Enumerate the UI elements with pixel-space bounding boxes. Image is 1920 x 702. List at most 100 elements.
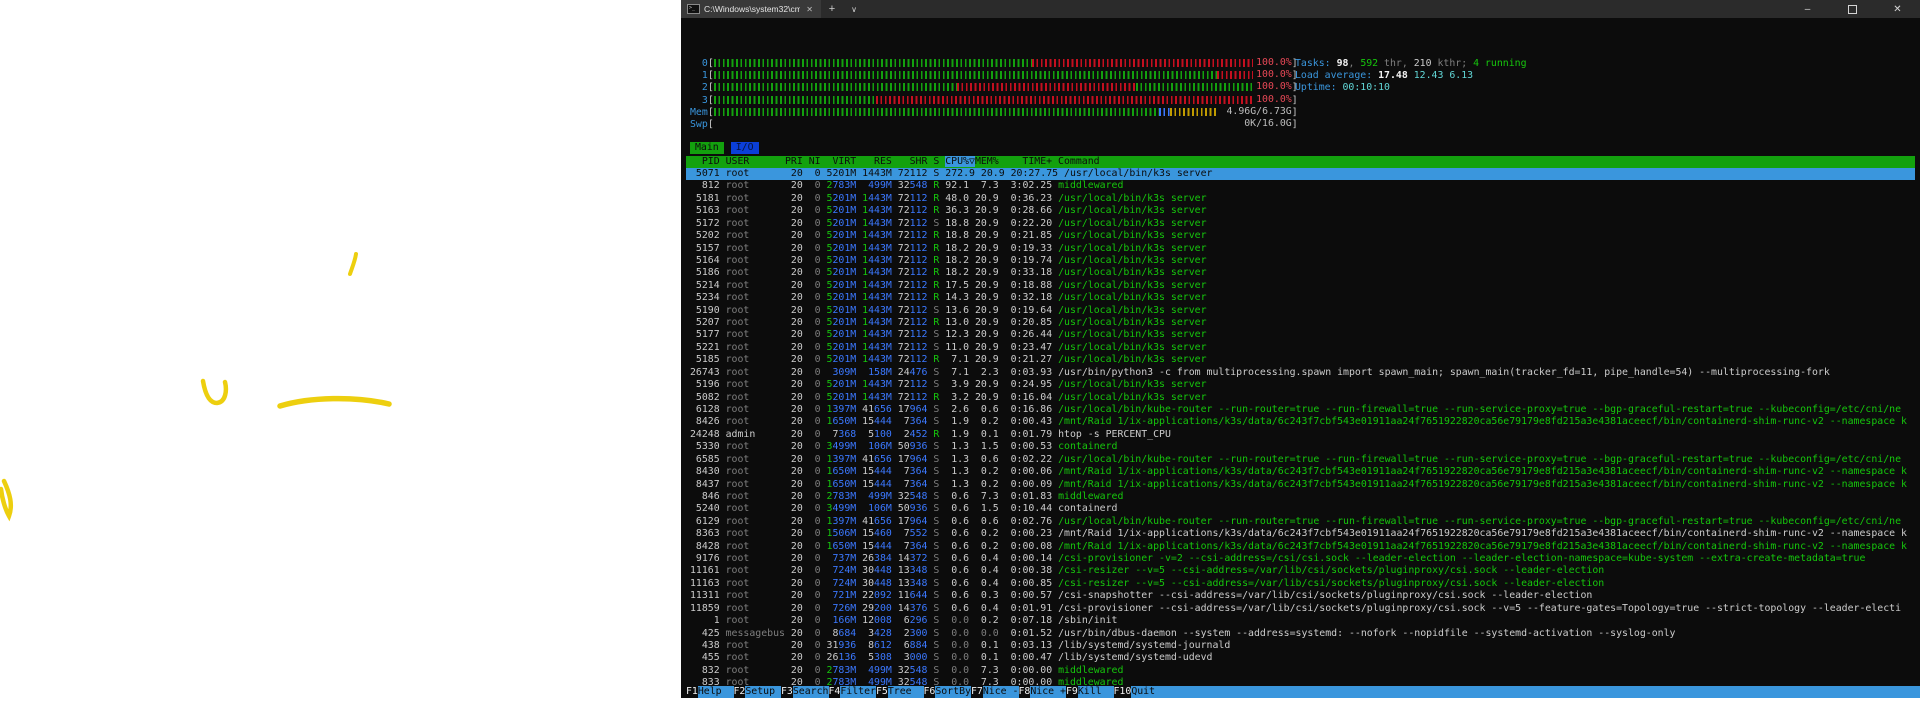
fkey-f10[interactable]: F10: [1114, 686, 1132, 699]
process-row[interactable]: 9176 root 20 0 737M 26384 14372 S 0.6 0.…: [686, 553, 1915, 565]
process-row[interactable]: 11311 root 20 0 721M 22092 11644 S 0.6 0…: [686, 590, 1915, 602]
process-row[interactable]: 11161 root 20 0 724M 30448 13348 S 0.6 0…: [686, 565, 1915, 577]
screen-tab-io[interactable]: I/O: [731, 142, 759, 154]
htop-screen: 0[100.0%] 1[100.0%] 2[100.0%] 3[100.0%]M…: [681, 18, 1920, 698]
process-row[interactable]: 5240 root 20 0 3499M 106M 50936 S 0.6 1.…: [686, 503, 1915, 515]
fkey-label-tree[interactable]: Tree: [888, 686, 924, 699]
process-row[interactable]: 5221 root 20 0 5201M 1443M 72112 S 11.0 …: [686, 342, 1915, 354]
fkey-f8[interactable]: F8: [1019, 686, 1031, 699]
process-row[interactable]: 5196 root 20 0 5201M 1443M 72112 S 3.9 2…: [686, 379, 1915, 391]
process-row[interactable]: 5172 root 20 0 5201M 1443M 72112 S 18.8 …: [686, 218, 1915, 230]
process-row[interactable]: 832 root 20 0 2783M 499M 32548 S 0.0 7.3…: [686, 665, 1915, 677]
column-header-cpu-sorted[interactable]: CPU%▽: [945, 156, 975, 167]
meter-bar: 4.96G/6.73G: [714, 108, 1292, 116]
process-row[interactable]: 5186 root 20 0 5201M 1443M 72112 R 18.2 …: [686, 267, 1915, 279]
fkey-f7[interactable]: F7: [971, 686, 983, 699]
process-row[interactable]: 8428 root 20 0 1650M 15444 7364 S 0.6 0.…: [686, 541, 1915, 553]
whiteboard-area: [0, 0, 681, 698]
terminal-tab[interactable]: >_ C:\Windows\system32\cmd.e… ✕: [681, 0, 821, 18]
annotation-stroke: [350, 254, 356, 274]
fkey-label-nice-[interactable]: Nice +: [1030, 686, 1066, 699]
process-row[interactable]: 6128 root 20 0 1397M 41656 17964 S 2.6 0…: [686, 404, 1915, 416]
screen-tab-main[interactable]: Main: [690, 142, 724, 154]
process-row[interactable]: 812 root 20 0 2783M 499M 32548 R 92.1 7.…: [686, 180, 1915, 192]
fkey-label-quit[interactable]: Quit: [1131, 686, 1167, 699]
tab-title: C:\Windows\system32\cmd.e…: [704, 4, 800, 14]
fkey-f5[interactable]: F5: [876, 686, 888, 699]
process-row[interactable]: 5181 root 20 0 5201M 1443M 72112 R 48.0 …: [686, 193, 1915, 205]
fkey-label-kill[interactable]: Kill: [1078, 686, 1114, 699]
process-row[interactable]: 438 root 20 0 31936 8612 6884 S 0.0 0.1 …: [686, 640, 1915, 652]
fkey-f3[interactable]: F3: [781, 686, 793, 699]
process-command: /usr/local/bin/k3s server: [1064, 168, 1212, 179]
fkey-f4[interactable]: F4: [829, 686, 841, 699]
process-command: /lib/systemd/systemd-udevd: [1058, 652, 1212, 663]
process-row[interactable]: 8363 root 20 0 1506M 15460 7552 S 0.6 0.…: [686, 528, 1915, 540]
process-row-selected[interactable]: 5071 root 20 0 5201M 1443M 72112 S 272.9…: [686, 168, 1915, 180]
process-command: /sbin/init: [1058, 615, 1117, 626]
tab-dropdown-icon[interactable]: ∨: [843, 0, 865, 18]
process-row[interactable]: 5163 root 20 0 5201M 1443M 72112 R 36.3 …: [686, 205, 1915, 217]
process-row[interactable]: 455 root 20 0 26136 5308 3000 S 0.0 0.1 …: [686, 652, 1915, 664]
process-row[interactable]: 425 messagebus 20 0 8684 3428 2300 S 0.0…: [686, 628, 1915, 640]
close-button[interactable]: ✕: [1875, 0, 1920, 18]
process-command: middlewared: [1058, 491, 1123, 502]
meter-segment: [714, 59, 1032, 67]
process-row[interactable]: 8426 root 20 0 1650M 15444 7364 S 1.9 0.…: [686, 416, 1915, 428]
meter-segment: [714, 71, 1217, 79]
process-row[interactable]: 5207 root 20 0 5201M 1443M 72112 R 13.0 …: [686, 317, 1915, 329]
process-row[interactable]: 26743 root 20 0 309M 158M 24476 S 7.1 2.…: [686, 367, 1915, 379]
fkey-f1[interactable]: F1: [686, 686, 698, 699]
cmd-icon: >_: [687, 4, 700, 14]
process-row[interactable]: 5157 root 20 0 5201M 1443M 72112 R 18.2 …: [686, 243, 1915, 255]
fkey-f2[interactable]: F2: [734, 686, 746, 699]
meter-bar: 100.0%: [714, 96, 1292, 104]
process-command: /usr/local/bin/k3s server: [1058, 329, 1206, 340]
process-row[interactable]: 5185 root 20 0 5201M 1443M 72112 R 7.1 2…: [686, 354, 1915, 366]
fkey-label-filter[interactable]: Filter: [840, 686, 876, 699]
process-row[interactable]: 6585 root 20 0 1397M 41656 17964 S 1.3 0…: [686, 454, 1915, 466]
process-row[interactable]: 5330 root 20 0 3499M 106M 50936 S 1.3 1.…: [686, 441, 1915, 453]
process-table-header[interactable]: PID USER PRI NI VIRT RES SHR S CPU%▽MEM%…: [686, 156, 1915, 168]
process-row[interactable]: 6129 root 20 0 1397M 41656 17964 S 0.6 0…: [686, 516, 1915, 528]
fkey-f9[interactable]: F9: [1066, 686, 1078, 699]
process-row[interactable]: 846 root 20 0 2783M 499M 32548 S 0.6 7.3…: [686, 491, 1915, 503]
process-command: /usr/local/bin/k3s server: [1058, 243, 1206, 254]
annotation-stroke: [203, 381, 226, 403]
fkey-label-setup[interactable]: Setup: [745, 686, 781, 699]
process-row[interactable]: 5234 root 20 0 5201M 1443M 72112 R 14.3 …: [686, 292, 1915, 304]
process-row[interactable]: 8430 root 20 0 1650M 15444 7364 S 1.3 0.…: [686, 466, 1915, 478]
fkey-label-help[interactable]: Help: [698, 686, 734, 699]
tab-close-icon[interactable]: ✕: [804, 5, 815, 14]
process-command: /usr/local/bin/k3s server: [1058, 205, 1206, 216]
process-command: /usr/local/bin/k3s server: [1058, 354, 1206, 365]
minimize-button[interactable]: –: [1785, 0, 1830, 18]
process-row[interactable]: 5214 root 20 0 5201M 1443M 72112 R 17.5 …: [686, 280, 1915, 292]
process-row[interactable]: 24248 admin 20 0 7368 5100 2452 R 1.9 0.…: [686, 429, 1915, 441]
titlebar-drag-area[interactable]: [865, 0, 1785, 18]
process-command: /mnt/Raid 1/ix-applications/k3s/data/6c2…: [1058, 466, 1907, 477]
fkey-f6[interactable]: F6: [924, 686, 936, 699]
process-row[interactable]: 5202 root 20 0 5201M 1443M 72112 R 18.8 …: [686, 230, 1915, 242]
process-command: containerd: [1058, 441, 1117, 452]
maximize-button[interactable]: [1830, 0, 1875, 18]
fkey-label-search[interactable]: Search: [793, 686, 829, 699]
process-command: /lib/systemd/systemd-journald: [1058, 640, 1230, 651]
annotation-stroke: [280, 399, 389, 406]
new-tab-button[interactable]: +: [821, 0, 843, 18]
process-row[interactable]: 11163 root 20 0 724M 30448 13348 S 0.6 0…: [686, 578, 1915, 590]
process-row[interactable]: 1 root 20 0 166M 12008 6296 S 0.0 0.2 0:…: [686, 615, 1915, 627]
titlebar: >_ C:\Windows\system32\cmd.e… ✕ + ∨ – ✕: [681, 0, 1920, 18]
process-row[interactable]: 5164 root 20 0 5201M 1443M 72112 R 18.2 …: [686, 255, 1915, 267]
process-command: /csi-resizer --v=5 --csi-address=/var/li…: [1058, 578, 1604, 589]
fkey-label-nice-[interactable]: Nice -: [983, 686, 1019, 699]
process-row[interactable]: 11859 root 20 0 726M 29200 14376 S 0.6 0…: [686, 603, 1915, 615]
process-row[interactable]: 5082 root 20 0 5201M 1443M 72112 R 3.2 2…: [686, 392, 1915, 404]
process-row[interactable]: 5190 root 20 0 5201M 1443M 72112 S 13.6 …: [686, 305, 1915, 317]
process-command: /usr/local/bin/k3s server: [1058, 317, 1206, 328]
tasks-summary: Tasks: 98, 592 thr, 210 kthr; 4 running: [1295, 58, 1527, 70]
process-row[interactable]: 8437 root 20 0 1650M 15444 7364 S 1.3 0.…: [686, 479, 1915, 491]
fkey-label-sortby[interactable]: SortBy: [935, 686, 971, 699]
meter-mem: Mem[4.96G/6.73G]: [690, 107, 1298, 119]
process-row[interactable]: 5177 root 20 0 5201M 1443M 72112 S 12.3 …: [686, 329, 1915, 341]
